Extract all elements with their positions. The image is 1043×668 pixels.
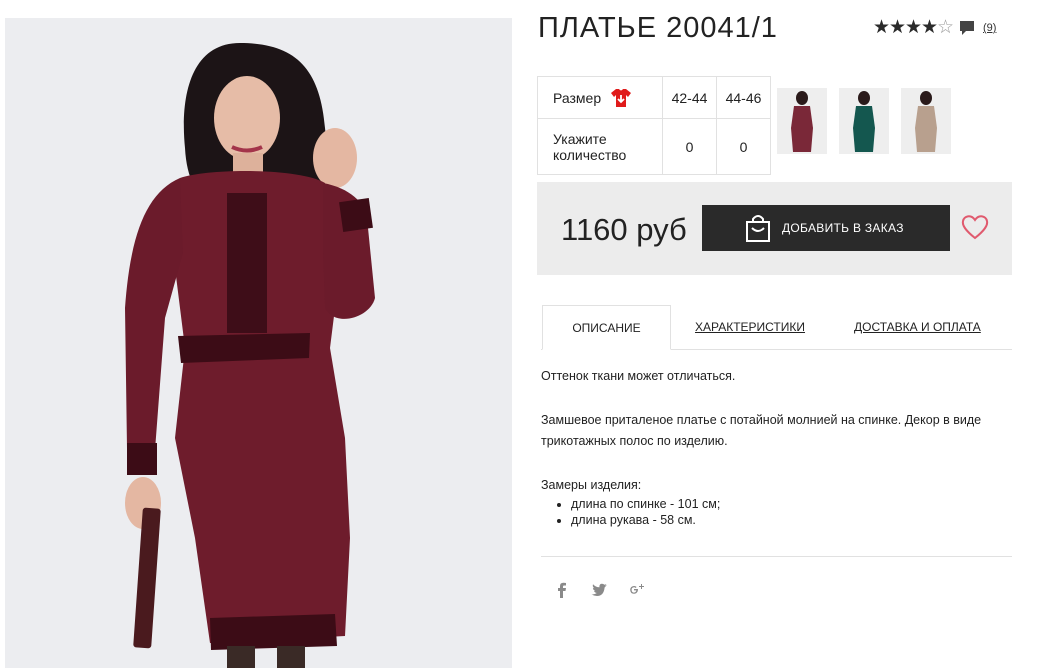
measurements-list: длина по спинке - 101 см; длина рукава -… — [541, 496, 1013, 528]
price: 1160 руб — [561, 212, 687, 247]
rating: ★ ★ ★ ★ ☆ (9) — [873, 18, 996, 38]
star-empty-icon: ☆ — [937, 17, 955, 38]
tab-description[interactable]: ОПИСАНИЕ — [542, 305, 671, 350]
add-to-order-button[interactable]: ДОБАВИТЬ В ЗАКАЗ — [702, 205, 950, 251]
product-title: ПЛАТЬЕ 20041/1 — [538, 12, 778, 44]
product-tabs: ОПИСАНИЕ ХАРАКТЕРИСТИКИ ДОСТАВКА И ОПЛАТ… — [541, 305, 1012, 350]
description-note: Оттенок ткани может отличаться. — [541, 369, 736, 383]
social-share — [553, 581, 664, 599]
thumbnail-beige[interactable] — [901, 88, 951, 154]
divider — [541, 556, 1012, 557]
list-item: длина рукава - 58 см. — [571, 512, 1013, 528]
measurements-title: Замеры изделия: — [541, 478, 642, 492]
star-filled-icon: ★ — [921, 17, 939, 38]
tab-delivery-payment[interactable]: ДОСТАВКА И ОПЛАТА — [854, 305, 981, 349]
star-filled-icon: ★ — [873, 17, 891, 38]
list-item: длина по спинке - 101 см; — [571, 496, 1013, 512]
size-label-cell: Размер — [537, 76, 663, 119]
size-chart-icon[interactable] — [610, 87, 632, 109]
facebook-icon[interactable] — [553, 581, 571, 599]
twitter-icon[interactable] — [590, 581, 608, 599]
comment-icon — [960, 21, 974, 35]
size-option-42-44: 42-44 — [662, 76, 717, 119]
google-plus-icon[interactable] — [627, 581, 645, 599]
shopping-bag-icon — [746, 215, 770, 242]
quantity-label-line1: Укажите — [553, 130, 607, 147]
quantity-input-44-46[interactable]: 0 — [716, 118, 771, 175]
thumbnail-green[interactable] — [839, 88, 889, 154]
size-table: Размер 42-44 44-46 Укажите количество 0 … — [537, 76, 771, 175]
quantity-label-line2: количество — [553, 146, 627, 163]
description: Оттенок ткани может отличаться. Замшевое… — [541, 366, 1013, 528]
size-option-44-46: 44-46 — [716, 76, 771, 119]
rating-stars: ★ ★ ★ ★ ☆ — [873, 17, 955, 38]
tab-characteristics[interactable]: ХАРАКТЕРИСТИКИ — [695, 305, 805, 349]
size-label: Размер — [553, 89, 602, 106]
star-filled-icon: ★ — [889, 17, 907, 38]
product-photo[interactable] — [5, 18, 512, 668]
reviews-count-link[interactable]: (9) — [983, 22, 996, 34]
star-filled-icon: ★ — [905, 17, 923, 38]
add-to-order-label: ДОБАВИТЬ В ЗАКАЗ — [782, 221, 904, 235]
quantity-label-cell: Укажите количество — [537, 118, 663, 175]
quantity-row: Укажите количество 0 0 — [537, 118, 771, 175]
color-thumbnails — [777, 88, 963, 154]
description-text: Замшевое приталеное платье с потайной мо… — [541, 413, 982, 448]
heart-icon[interactable] — [961, 214, 989, 240]
size-row: Размер 42-44 44-46 — [537, 76, 771, 119]
thumbnail-burgundy[interactable] — [777, 88, 827, 154]
quantity-input-42-44[interactable]: 0 — [662, 118, 717, 175]
buy-bar: 1160 руб ДОБАВИТЬ В ЗАКАЗ — [537, 182, 1012, 275]
